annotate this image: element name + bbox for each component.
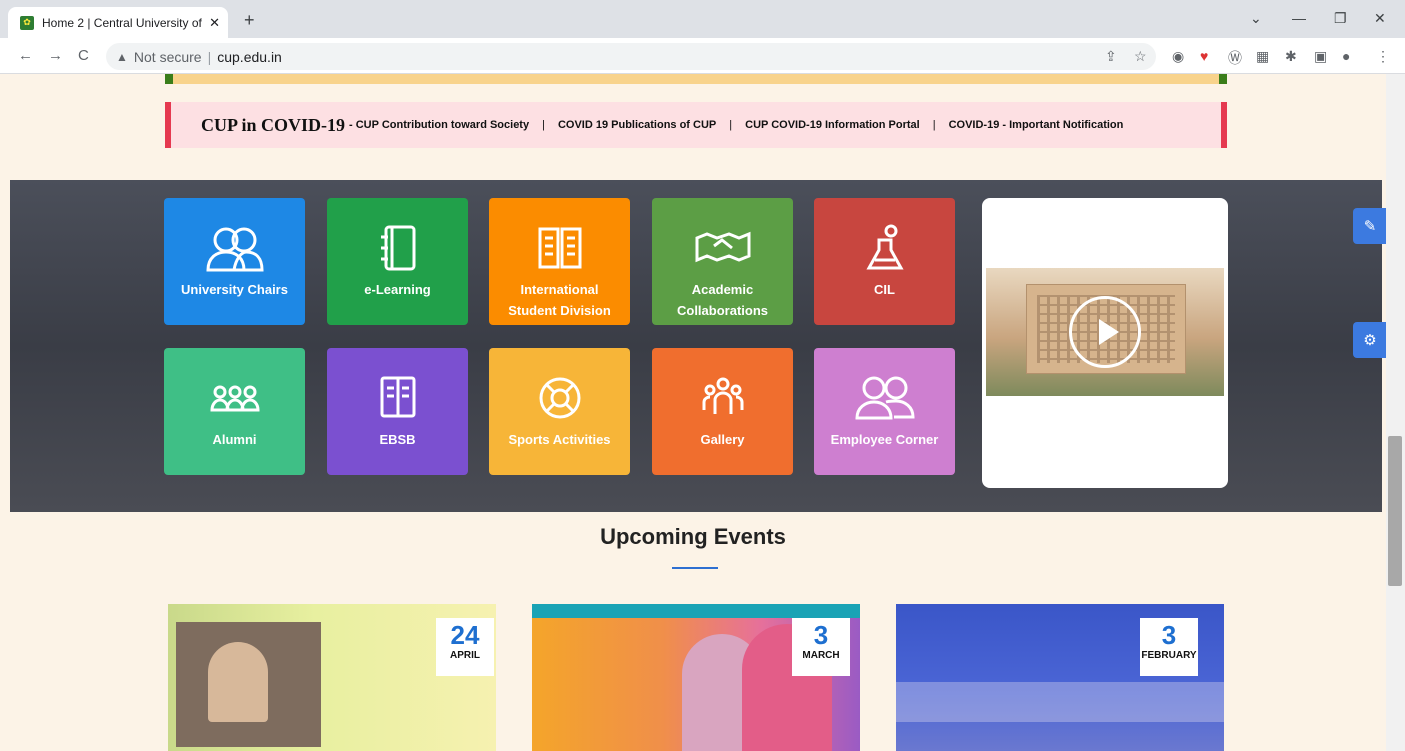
play-icon[interactable] [1069,296,1141,368]
browser-tab-strip: ✿ Home 2 | Central University of Pu ✕ + … [0,0,1405,38]
tile-label: Gallery [700,432,745,447]
extension-heart-icon[interactable]: ♥ [1200,48,1208,64]
tile-label: EBSB [379,432,416,447]
maximize-button[interactable]: ❐ [1334,10,1347,27]
tile-label: International Student Division [508,282,611,318]
site-favicon-icon: ✿ [20,15,34,30]
tile-alumni[interactable]: Alumni [164,348,305,475]
tile-international-student-division[interactable]: International Student Division [489,198,630,325]
gears-icon: ⚙ [1363,332,1377,349]
open-book-icon [538,227,581,269]
profile-avatar-icon[interactable]: ● [1342,48,1350,64]
tile-ebsb[interactable]: EBSB [327,348,468,475]
event-date-badge: 3 MARCH [792,618,850,676]
video-card [982,198,1228,488]
menu-kebab-icon[interactable]: ⋮ [1376,48,1390,65]
tile-label: CIL [874,282,895,297]
tile-label: Alumni [212,432,257,447]
event-date-badge: 3 FEBRUARY [1140,618,1198,676]
address-bar[interactable]: ▲ Not secure | cup.edu.in [106,43,1156,70]
tile-label: Academic Collaborations [676,282,768,318]
minimize-button[interactable]: — [1292,10,1306,26]
url-text: cup.edu.in [217,48,282,65]
top-strip [165,74,1227,84]
extensions-puzzle-icon[interactable]: ✱ [1285,48,1297,65]
tile-cil[interactable]: CIL [814,198,955,325]
person-image [208,642,268,722]
event-date-badge: 24 APRIL [436,618,494,676]
back-button[interactable]: ← [18,47,33,64]
tile-label: Sports Activities [508,432,611,447]
close-window-button[interactable]: ✕ [1374,10,1386,27]
event-card-2[interactable]: 3 MARCH [532,604,860,751]
tile-gallery[interactable]: Gallery [652,348,793,475]
tile-employee-corner[interactable]: Employee Corner [814,348,955,475]
event-card-3[interactable]: 3 FEBRUARY [896,604,1224,751]
tab-title: Home 2 | Central University of Pu [42,15,204,30]
banner-strip [896,682,1224,722]
new-tab-button[interactable]: + [244,10,255,31]
section-title: Upcoming Events [600,524,786,549]
divider: | [932,119,936,131]
page-viewport: CUP in COVID-19 - CUP Contribution towar… [0,74,1386,751]
covid-heading[interactable]: CUP in COVID-19 [201,115,345,136]
sidepanel-icon[interactable]: ▣ [1314,48,1327,65]
tile-label: Employee Corner [830,432,939,447]
color-picker-button[interactable]: ✎ [1353,208,1386,244]
extension-icon[interactable]: ◉ [1172,48,1184,65]
notebook-icon [380,225,415,271]
tile-academic-collaborations[interactable]: Academic Collaborations [652,198,793,325]
divider: | [729,119,733,131]
lifebuoy-icon [539,377,580,419]
book-icon [380,376,415,418]
group-icon [209,385,260,412]
handshake-icon [695,231,750,263]
event-card-1[interactable]: 24 APRIL [168,604,496,751]
divider: | [542,119,545,131]
browser-tab[interactable]: ✿ Home 2 | Central University of Pu ✕ [8,7,228,38]
reload-button[interactable]: C [78,47,89,64]
scrollbar-thumb[interactable] [1388,436,1402,586]
campus-video-thumbnail[interactable] [986,268,1224,396]
people-outline-icon [205,227,264,272]
eyedropper-icon: ✎ [1363,218,1377,235]
address-toolbar: ← → C ▲ Not secure | cup.edu.in ⇪ ☆ ◉ ♥ … [0,38,1405,74]
team-icon [702,377,743,414]
event-month: FEBRUARY [1141,650,1197,661]
tab-close-icon[interactable]: ✕ [209,15,220,31]
covid-link-society[interactable]: - CUP Contribution toward Society [349,119,529,131]
divider: | [207,48,212,65]
covid-banner: CUP in COVID-19 - CUP Contribution towar… [165,102,1227,148]
covid-link-portal[interactable]: CUP COVID-19 Information Portal [745,119,920,131]
event-day: 3 [813,620,829,650]
security-label: Not secure [133,48,202,65]
event-day: 24 [450,620,480,650]
tile-e-learning[interactable]: e-Learning [327,198,468,325]
tab-search-icon[interactable]: ⌄ [1250,10,1262,27]
card-top-band [532,604,860,618]
event-day: 3 [1161,620,1177,650]
tile-university-chairs[interactable]: University Chairs [164,198,305,325]
lab-flask-icon [865,224,904,270]
share-icon[interactable]: ⇪ [1105,48,1117,65]
covid-link-notification[interactable]: COVID-19 - Important Notification [949,119,1124,131]
users-icon [854,376,915,420]
tile-label: e-Learning [364,282,431,297]
title-underline [672,567,718,569]
covid-link-publications[interactable]: COVID 19 Publications of CUP [558,119,716,131]
tile-sports-activities[interactable]: Sports Activities [489,348,630,475]
event-month: APRIL [450,650,480,661]
bookmark-star-icon[interactable]: ☆ [1134,48,1147,65]
forward-button[interactable]: → [48,47,63,64]
warning-icon: ▲ [116,49,128,64]
tile-label: University Chairs [181,282,288,297]
page-scrollbar[interactable] [1386,74,1405,751]
extension-wp-icon[interactable]: Ⓦ [1228,48,1242,68]
settings-button[interactable]: ⚙ [1353,322,1386,358]
event-month: MARCH [802,650,840,661]
extension-news-icon[interactable]: ▦ [1256,48,1269,65]
